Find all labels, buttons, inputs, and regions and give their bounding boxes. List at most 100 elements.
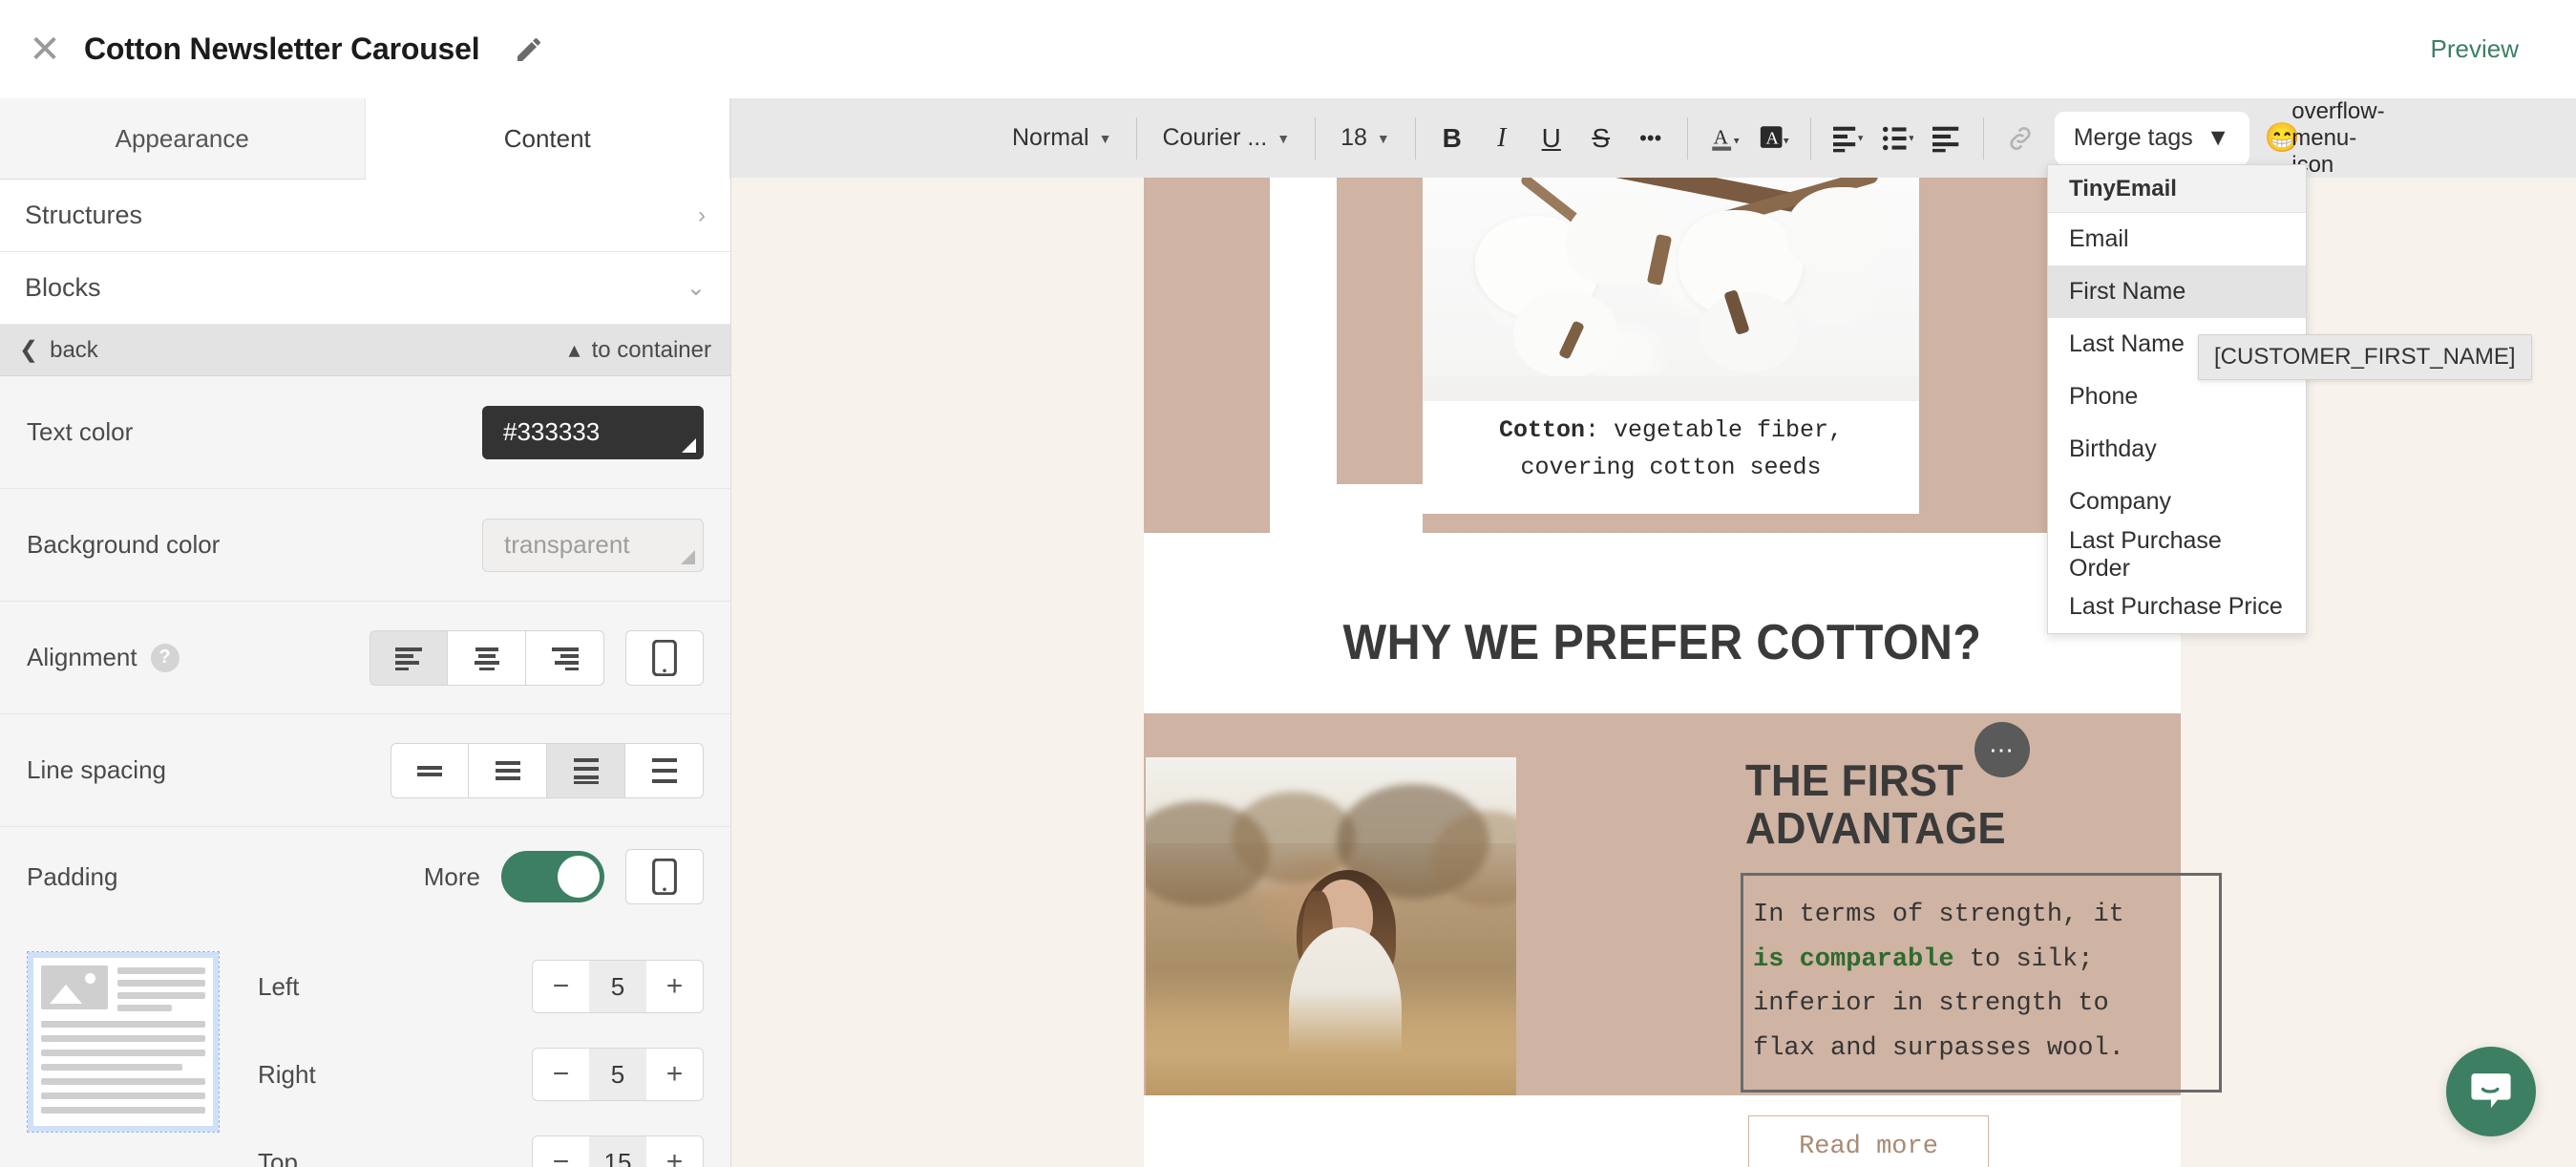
chevron-down-icon: ⌄ xyxy=(686,275,706,301)
padding-top-value[interactable]: 15 xyxy=(589,1135,646,1167)
padding-label: Padding xyxy=(27,861,118,891)
increment-button[interactable]: + xyxy=(646,1048,704,1101)
italic-button[interactable]: I xyxy=(1477,114,1527,163)
more-formats-button[interactable]: ••• xyxy=(1626,114,1676,163)
chevron-down-icon: ▼ xyxy=(2206,124,2230,151)
line-spacing-2-icon[interactable] xyxy=(469,742,547,798)
read-more-button[interactable]: Read more xyxy=(1748,1115,1989,1167)
decrement-button[interactable]: − xyxy=(532,1135,589,1167)
increment-button[interactable]: + xyxy=(646,1135,704,1167)
accordion-blocks[interactable]: Blocks ⌄ xyxy=(0,252,730,325)
merge-tags-button[interactable]: Merge tags ▼ xyxy=(2054,111,2249,165)
merge-tags-group-header: TinyEmail xyxy=(2048,165,2306,213)
email-block-first-advantage[interactable]: THE FIRST ADVANTAGE In terms of strength… xyxy=(1144,713,2222,1167)
card2-title[interactable]: THE FIRST ADVANTAGE xyxy=(1745,756,2159,853)
chevron-left-icon: ❮ xyxy=(19,337,39,363)
email-block-cotton-intro[interactable]: Cotton: vegetable fiber, covering cotton… xyxy=(1144,178,2181,576)
padding-top-field: Top − 15 + xyxy=(258,1127,704,1167)
block-more-icon[interactable]: ⋯ xyxy=(1974,722,2030,777)
mobile-icon[interactable] xyxy=(625,629,704,686)
background-color-swatch[interactable]: transparent xyxy=(482,518,704,572)
merge-tag-item-birthday[interactable]: Birthday xyxy=(2048,423,2306,476)
top-bar: ✕ Cotton Newsletter Carousel Preview xyxy=(0,0,2576,98)
increment-button[interactable]: + xyxy=(646,960,704,1013)
underline-button[interactable]: U xyxy=(1527,114,1576,163)
decrement-button[interactable]: − xyxy=(532,1048,589,1101)
help-icon[interactable]: ? xyxy=(150,643,179,672)
divider xyxy=(1414,117,1416,159)
close-icon[interactable]: ✕ xyxy=(23,28,67,72)
merge-tag-item-first-name[interactable]: First Name xyxy=(2048,265,2306,318)
mobile-icon[interactable] xyxy=(625,849,704,904)
svg-text:A: A xyxy=(1765,128,1779,147)
padding-preview-thumbnail xyxy=(27,951,220,1133)
text-color-swatch[interactable]: #333333 xyxy=(482,405,704,459)
merge-tag-item-company[interactable]: Company xyxy=(2048,476,2306,528)
align-center-icon[interactable] xyxy=(448,629,526,686)
divider xyxy=(1982,117,1984,159)
align-right-icon[interactable] xyxy=(526,629,604,686)
bullet-list-icon[interactable] xyxy=(1872,114,1922,163)
divider xyxy=(1315,117,1317,159)
to-container-button[interactable]: ▴ to container xyxy=(569,336,711,364)
background-color-label: Background color xyxy=(27,530,221,559)
overflow-menu-icon[interactable]: overflow-menu-icon xyxy=(2291,98,2384,178)
chevron-down-icon: ▼ xyxy=(1277,130,1291,146)
padding-top-label: Top xyxy=(258,1147,298,1167)
line-spacing-1-icon[interactable] xyxy=(391,742,469,798)
card2-body-text: In terms of strength, it is comparable t… xyxy=(1753,893,2202,1071)
alignment-label: Alignment ? xyxy=(27,643,179,672)
panel-tabs: Appearance Content xyxy=(0,98,730,180)
card1-white-notch xyxy=(1337,484,1423,576)
font-color-icon[interactable]: A xyxy=(1700,114,1749,163)
back-to-container-bar[interactable]: ❮ back ▴ to container xyxy=(0,325,730,376)
swatch-corner-icon xyxy=(682,437,696,453)
line-spacing-4-icon[interactable] xyxy=(625,742,704,798)
merge-tag-item-last-purchase-price[interactable]: Last Purchase Price xyxy=(2048,581,2306,633)
padding-right-value[interactable]: 5 xyxy=(589,1048,646,1101)
card1-caption[interactable]: Cotton: vegetable fiber, covering cotton… xyxy=(1423,401,1919,487)
card2-text-line4: flax and surpasses wool. xyxy=(1753,1033,2124,1063)
cotton-bolls-photo xyxy=(1423,178,1919,401)
card2-text-line1: In terms of strength, it xyxy=(1753,901,2124,930)
alignment-button-group xyxy=(370,629,604,686)
tab-content[interactable]: Content xyxy=(365,98,730,180)
email-block-headline[interactable]: WHY WE PREFER COTTON? xyxy=(1144,576,2181,713)
link-icon[interactable] xyxy=(1995,114,2045,163)
accordion-structures[interactable]: Structures › xyxy=(0,180,730,252)
card2-title-line2: ADVANTAGE xyxy=(1745,802,2006,853)
card2-right-column: THE FIRST ADVANTAGE In terms of strength… xyxy=(1741,756,2222,1167)
chevron-down-icon: ▼ xyxy=(1376,130,1390,146)
font-size-select[interactable]: 18 ▼ xyxy=(1327,112,1404,165)
back-label: back xyxy=(50,336,98,363)
padding-more-toggle[interactable] xyxy=(501,851,604,902)
row-padding: Padding More xyxy=(0,827,730,926)
back-button[interactable]: ❮ back xyxy=(19,336,98,364)
bold-button[interactable]: B xyxy=(1427,114,1477,163)
pencil-icon[interactable] xyxy=(508,29,550,71)
tab-appearance[interactable]: Appearance xyxy=(0,98,366,180)
block-format-select[interactable]: Normal ▼ xyxy=(999,112,1125,165)
indent-icon[interactable] xyxy=(1922,114,1972,163)
selected-text-block[interactable]: In terms of strength, it is comparable t… xyxy=(1741,873,2222,1093)
chat-bubble-icon[interactable] xyxy=(2446,1047,2536,1136)
line-spacing-3-icon[interactable] xyxy=(547,742,625,798)
line-spacing-button-group xyxy=(391,742,704,798)
chevron-up-icon: ▴ xyxy=(568,337,581,363)
merge-tag-item-email[interactable]: Email xyxy=(2048,213,2306,265)
preview-button[interactable]: Preview xyxy=(2431,34,2519,64)
strikethrough-button[interactable]: S xyxy=(1576,114,1626,163)
align-icon[interactable] xyxy=(1823,114,1872,163)
divider xyxy=(1809,117,1811,159)
row-line-spacing: Line spacing xyxy=(0,714,730,827)
font-size-value: 18 xyxy=(1341,124,1367,151)
decrement-button[interactable]: − xyxy=(532,960,589,1013)
highlight-color-icon[interactable]: A xyxy=(1749,114,1799,163)
align-left-icon[interactable] xyxy=(370,629,448,686)
font-family-select[interactable]: Courier ... ▼ xyxy=(1149,112,1303,165)
left-settings-panel: Appearance Content Structures › Blocks ⌄… xyxy=(0,98,731,1167)
row-text-color: Text color #333333 xyxy=(0,376,730,489)
font-family-value: Courier ... xyxy=(1162,124,1268,151)
merge-tag-item-last-purchase-order[interactable]: Last Purchase Order xyxy=(2048,527,2306,582)
padding-left-value[interactable]: 5 xyxy=(589,960,646,1013)
